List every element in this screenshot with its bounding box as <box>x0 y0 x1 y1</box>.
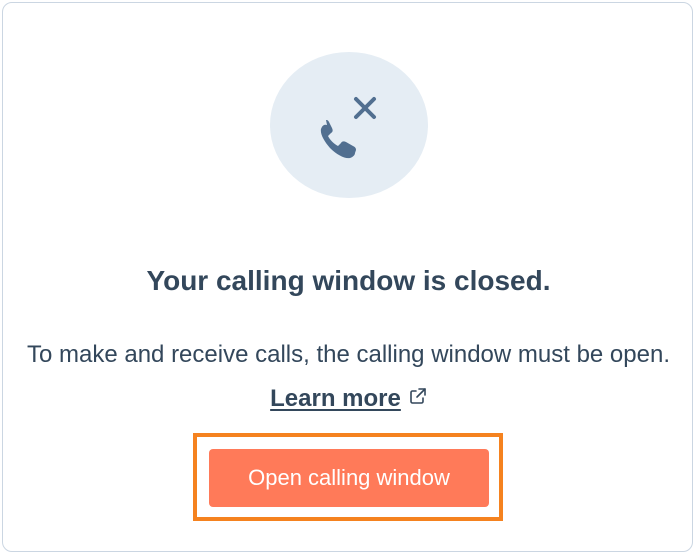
open-calling-window-button[interactable]: Open calling window <box>209 449 489 507</box>
description-text: To make and receive calls, the calling w… <box>26 341 670 368</box>
empty-state-description: To make and receive calls, the calling w… <box>23 333 674 421</box>
empty-state-heading: Your calling window is closed. <box>146 265 551 296</box>
phone-closed-icon <box>270 52 428 198</box>
phone-with-x-icon <box>320 97 376 159</box>
calling-window-closed-card: Your calling window is closed. To make a… <box>2 2 693 552</box>
learn-more-link[interactable]: Learn more <box>270 385 401 412</box>
external-link-icon[interactable] <box>409 387 427 405</box>
